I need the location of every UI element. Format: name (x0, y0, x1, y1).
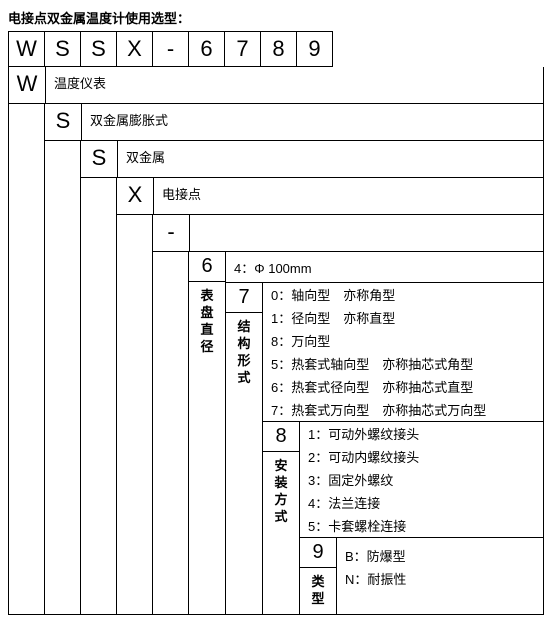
level-container: - (117, 214, 543, 614)
level-letter: - (153, 215, 190, 251)
level-desc: 电接点 (154, 178, 543, 214)
level-letter: W (9, 67, 46, 103)
digit-block-6: 6 表 盘 直 径 (189, 252, 543, 614)
digit-cell: 7 (226, 283, 262, 313)
option-line: 4：法兰连接 (300, 491, 543, 514)
option-line: 7：热套式万向型 亦称抽芯式万向型 (263, 398, 543, 421)
model-code-row: W S S X - 6 7 8 9 (8, 31, 544, 67)
level-desc: 双金属 (118, 141, 543, 177)
digit-block-8: 8 安 装 方 式 (263, 421, 543, 614)
selection-tree: W 温度仪表 S 双金属膨胀式 S 双金属 (8, 67, 544, 615)
level-desc: 双金属膨胀式 (82, 104, 543, 140)
digit-label: 表 盘 直 径 (189, 282, 225, 362)
code-cell: W (8, 31, 45, 67)
level-container: S 双金属膨胀式 S 双金属 X (9, 103, 543, 614)
digit-label: 结 构 形 式 (226, 313, 262, 393)
indent-spacer (117, 215, 153, 614)
level-desc (190, 215, 543, 251)
digit-cell: 6 (189, 252, 225, 282)
option-line: 3：固定外螺纹 (300, 468, 543, 491)
level-desc: 温度仪表 (46, 67, 543, 103)
option-line: 5：卡套螺栓连接 (300, 514, 543, 537)
level-row: S 双金属 (81, 141, 543, 177)
code-cell: 7 (224, 31, 261, 67)
option-line: 4：Φ 100mm (226, 252, 543, 282)
page-title: 电接点双金属温度计使用选型： (8, 8, 544, 27)
option-line: 0：轴向型 亦称角型 (263, 283, 543, 306)
digit-block-9: 9 类 型 (300, 537, 543, 614)
option-line: 1：径向型 亦称直型 (263, 306, 543, 329)
code-cell: 9 (296, 31, 333, 67)
code-cell: 8 (260, 31, 297, 67)
digits-container: 6 表 盘 直 径 (153, 251, 543, 614)
level-row: S 双金属膨胀式 (45, 104, 543, 140)
level-letter: S (81, 141, 118, 177)
indent-spacer (81, 178, 117, 614)
indent-spacer (45, 141, 81, 614)
indent-spacer (9, 104, 45, 614)
digit-label: 类 型 (300, 568, 336, 614)
level-container: S 双金属 X 电接点 (45, 140, 543, 614)
code-cell: X (116, 31, 153, 67)
indent-spacer (153, 252, 189, 614)
option-line: 2：可动内螺纹接头 (300, 445, 543, 468)
option-line: 1：可动外螺纹接头 (300, 422, 543, 445)
level-container: X 电接点 - (81, 177, 543, 614)
level-letter: S (45, 104, 82, 140)
option-line: N：耐振性 (337, 567, 543, 590)
level-row: W 温度仪表 (9, 67, 543, 103)
digit-label: 安 装 方 式 (263, 452, 299, 532)
code-cell: S (44, 31, 81, 67)
digit-cell: 8 (263, 422, 299, 452)
option-line: B：防爆型 (337, 544, 543, 567)
level-row: X 电接点 (117, 178, 543, 214)
level-letter: X (117, 178, 154, 214)
digit-block-7: 7 结 构 形 式 (226, 282, 543, 614)
option-line: 8：万向型 (263, 329, 543, 352)
option-line: 6：热套式径向型 亦称抽芯式直型 (263, 375, 543, 398)
digit-cell: 9 (300, 538, 336, 568)
code-cell: - (152, 31, 189, 67)
code-cell: S (80, 31, 117, 67)
code-cell: 6 (188, 31, 225, 67)
level-row: - (153, 215, 543, 251)
option-line: 5：热套式轴向型 亦称抽芯式角型 (263, 352, 543, 375)
